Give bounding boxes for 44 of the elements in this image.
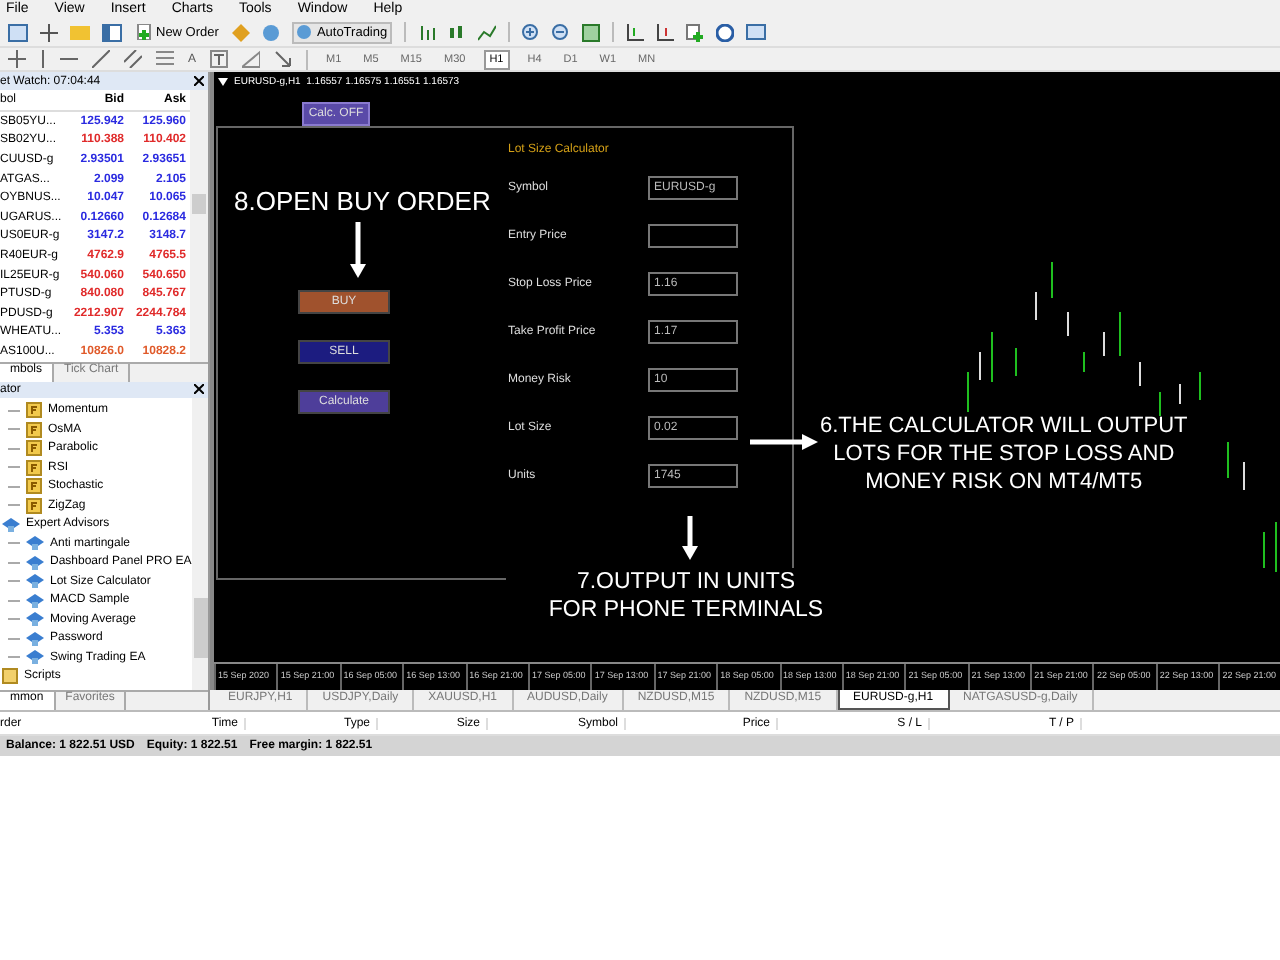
arrow-icon	[350, 222, 366, 278]
grid-icon[interactable]	[581, 23, 600, 41]
line-chart-icon[interactable]	[477, 23, 496, 41]
input-field[interactable]	[648, 223, 738, 247]
crosshair-icon[interactable]	[8, 50, 26, 68]
arrow-icon	[682, 516, 698, 560]
autoscroll-icon[interactable]	[655, 23, 674, 41]
cap-icon	[26, 612, 44, 627]
template-icon[interactable]	[745, 24, 766, 40]
annotation-text: 6.THE CALCULATOR WILL OUTPUT LOTS FOR THE STOP LOSS AND MONEY RISK ON MT4/MT5	[820, 412, 1188, 496]
chart-shift-icon[interactable]	[625, 23, 644, 41]
window-icon[interactable]	[102, 23, 122, 41]
scroll-icon	[2, 668, 18, 685]
scrollbar[interactable]	[191, 397, 208, 690]
add-document-icon	[136, 24, 152, 40]
arrow-icon[interactable]	[274, 50, 293, 68]
fibonacci-icon[interactable]	[156, 50, 174, 68]
cap-icon	[26, 631, 44, 646]
text-label-icon[interactable]	[210, 50, 229, 68]
triangle-icon[interactable]	[242, 50, 261, 68]
clock-icon[interactable]	[715, 23, 734, 41]
horizontal-line-icon[interactable]	[60, 56, 78, 62]
window-icon[interactable]	[8, 23, 28, 41]
cap-icon	[26, 650, 44, 665]
bar-chart-icon[interactable]	[417, 23, 436, 41]
close-icon[interactable]	[194, 384, 204, 395]
cap-icon	[26, 593, 44, 608]
close-icon[interactable]	[194, 76, 204, 86]
circle-icon	[296, 24, 313, 40]
vertical-line-icon[interactable]	[40, 50, 46, 68]
cap-icon	[26, 555, 44, 570]
scrollbar[interactable]	[190, 90, 208, 362]
crosshair-icon[interactable]	[40, 23, 58, 41]
cap-icon	[2, 517, 20, 532]
zoom-in-icon[interactable]	[521, 23, 540, 41]
add-indicator-icon[interactable]	[685, 23, 704, 41]
annotation-text: 8.OPEN BUY ORDER	[234, 186, 491, 218]
candles-icon[interactable]	[447, 23, 466, 41]
arrow-icon	[750, 434, 818, 450]
cap-icon	[26, 574, 44, 589]
caret-icon[interactable]	[218, 77, 228, 85]
cap-icon	[26, 536, 44, 551]
trendline-icon[interactable]	[92, 50, 110, 68]
zoom-out-icon[interactable]	[551, 23, 570, 41]
